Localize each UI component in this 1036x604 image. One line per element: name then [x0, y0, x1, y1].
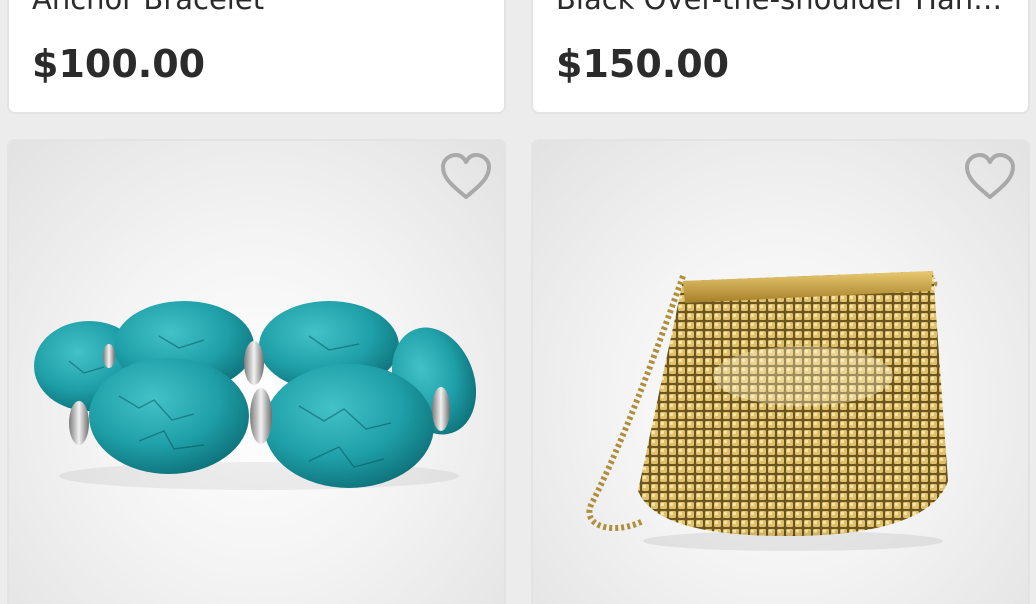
turquoise-bracelet-image[interactable] [9, 141, 504, 604]
product-name[interactable]: Anchor Bracelet [32, 0, 482, 16]
product-name[interactable]: Black Over-the-shoulder Handbag [556, 0, 1006, 16]
product-card[interactable] [7, 139, 506, 604]
heart-outline-icon[interactable] [440, 153, 492, 201]
product-card[interactable]: Anchor Bracelet $100.00 [7, 0, 506, 114]
product-card[interactable] [531, 139, 1030, 604]
product-grid: Anchor Bracelet $100.00 Black Over-the-s… [0, 0, 1036, 604]
gold-mesh-purse-image[interactable] [533, 141, 1028, 604]
product-card[interactable]: Black Over-the-shoulder Handbag $150.00 [531, 0, 1030, 114]
product-price: $150.00 [556, 42, 730, 86]
heart-outline-icon[interactable] [964, 153, 1016, 201]
product-price: $100.00 [32, 42, 206, 86]
